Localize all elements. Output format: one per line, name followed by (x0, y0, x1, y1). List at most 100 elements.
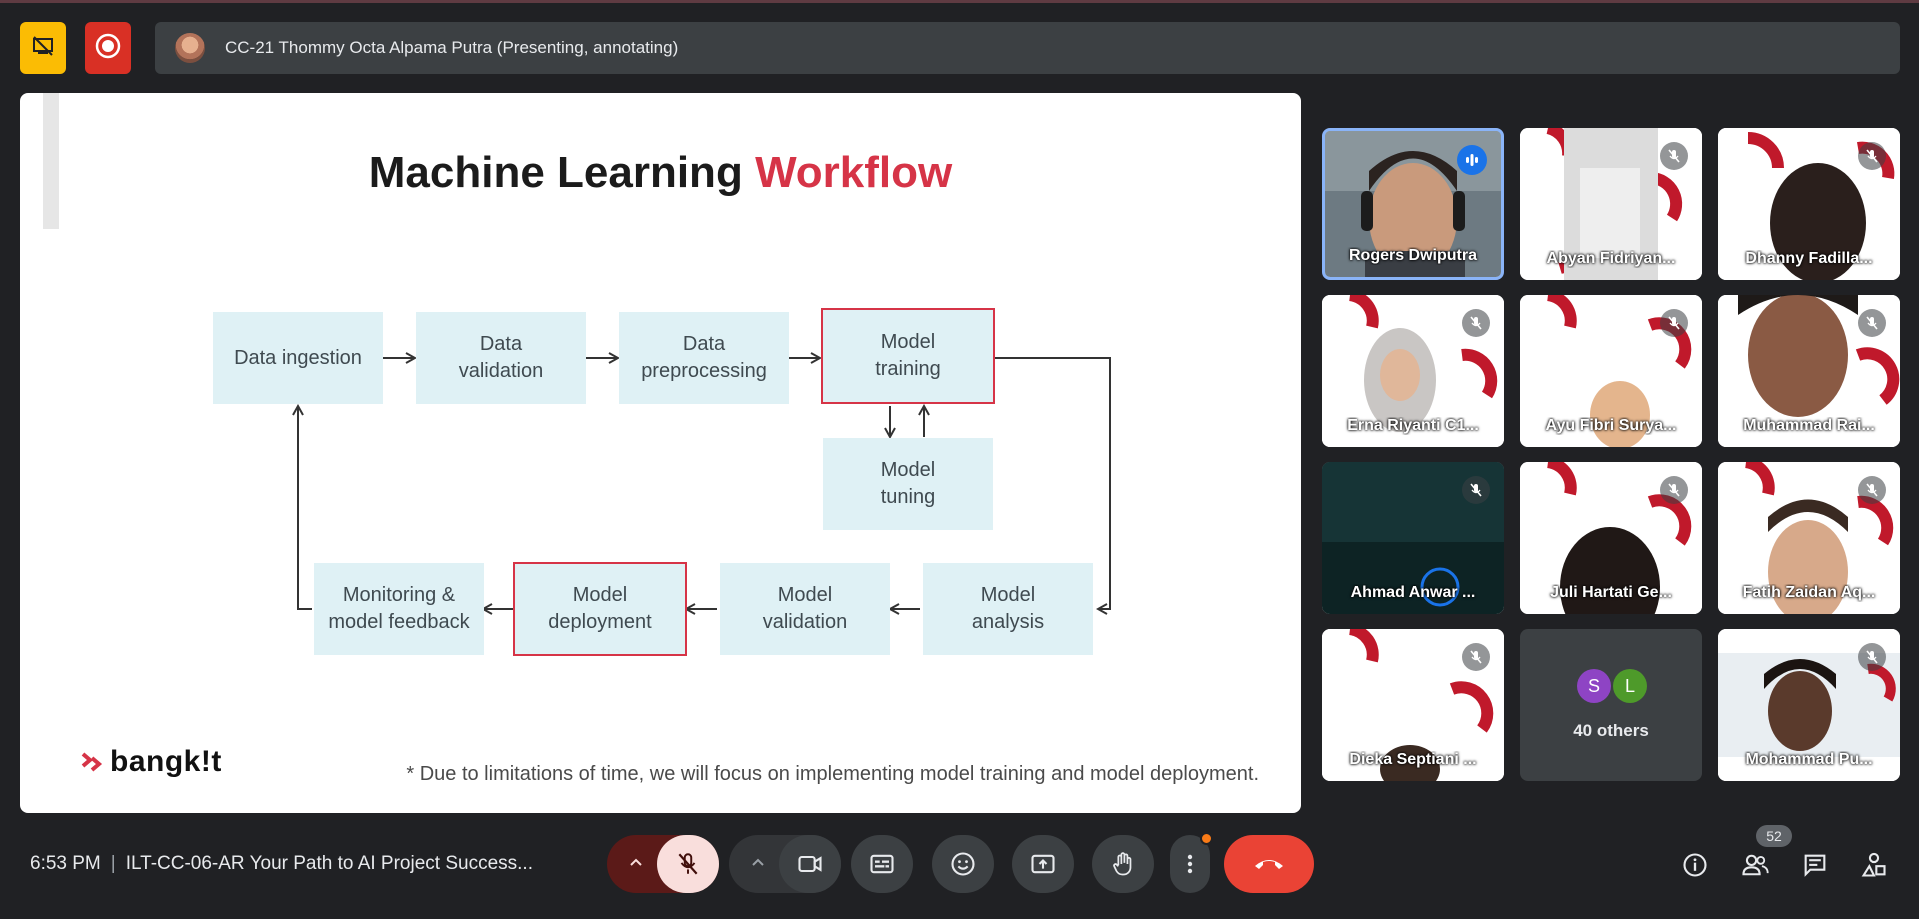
captions-icon (870, 854, 894, 874)
camera-toggle-button[interactable] (779, 835, 841, 893)
participant-tile-3[interactable]: Dhanny Fadilla... (1718, 128, 1900, 280)
mic-off-indicator (1660, 476, 1688, 504)
audio-level-icon (1466, 154, 1478, 166)
more-options-button[interactable] (1170, 832, 1213, 893)
mic-off-indicator (1858, 142, 1886, 170)
mic-off-icon (1470, 650, 1482, 664)
mic-off-icon (1668, 483, 1680, 497)
box-monitoring-feedback: Monitoring & model feedback (314, 563, 484, 655)
more-vert-icon (1187, 854, 1193, 874)
box-label: Data ingestion (234, 346, 362, 369)
box-label: Data validation (458, 333, 544, 382)
others-count-label: 40 others (1573, 721, 1649, 740)
chat-button[interactable] (1800, 850, 1830, 880)
chevron-up-icon (630, 858, 642, 866)
people-button[interactable] (1740, 850, 1770, 880)
window-top-border (0, 0, 1919, 3)
mic-off-icon (1866, 316, 1878, 330)
participant-name: Dhanny Fadilla... (1745, 250, 1873, 267)
mic-off-icon (1470, 316, 1482, 330)
notification-dot (1200, 832, 1213, 845)
presentation-slide: Machine Learning Workflow Data ingestion… (20, 93, 1301, 813)
mic-off-icon (1668, 316, 1680, 330)
box-label: Model analysis (971, 584, 1045, 633)
participant-name: Mohammad Pu... (1745, 751, 1873, 768)
recording-button[interactable] (85, 22, 131, 74)
participant-name: Rogers Dwiputra (1348, 247, 1477, 264)
participant-tile-2[interactable]: Abyan Fidriyan... (1520, 128, 1702, 280)
bottom-control-bar: 6:53 PM | ILT-CC-06-AR Your Path to AI Pro… (0, 820, 1919, 910)
activities-icon (1861, 852, 1886, 877)
others-avatars: S L (1577, 669, 1649, 703)
end-call-icon (1255, 860, 1283, 869)
box-label: Model tuning (880, 459, 936, 508)
presenter-name: CC-21 Thommy Octa Alpama Putra (Presenti… (225, 38, 679, 57)
reactions-button[interactable] (932, 835, 994, 893)
participant-tile-9[interactable]: Fatih Zaidan Aq... (1718, 462, 1900, 614)
participant-name: Ayu Fibri Surya... (1545, 417, 1677, 434)
mic-off-indicator (1660, 309, 1688, 337)
participant-tile-6[interactable]: Muhammad Rai... (1718, 295, 1900, 447)
participant-name: Fatih Zaidan Aq... (1742, 584, 1876, 601)
mic-off-indicator (1462, 309, 1490, 337)
participant-tile-8[interactable]: Juli Hartati Ge... (1520, 462, 1702, 614)
mic-off-icon (1668, 149, 1680, 163)
box-model-training: Model training (821, 308, 995, 404)
box-model-tuning: Model tuning (823, 438, 993, 530)
presenter-avatar (175, 33, 205, 63)
workflow-arrows (20, 93, 1111, 813)
mic-off-indicator (1858, 309, 1886, 337)
present-screen-icon (1031, 854, 1055, 874)
box-data-ingestion: Data ingestion (213, 312, 383, 404)
top-bar: CC-21 Thommy Octa Alpama Putra (Presenti… (20, 22, 1900, 74)
people-icon (1742, 854, 1769, 876)
present-now-button[interactable] (1012, 835, 1074, 893)
present-off-icon (31, 34, 55, 63)
participant-tile-1[interactable]: Rogers Dwiputra (1322, 128, 1504, 280)
mic-control-group (607, 835, 719, 893)
box-model-deployment: Model deployment (513, 562, 687, 656)
avatar: L (1613, 669, 1647, 703)
mic-off-indicator (1858, 643, 1886, 671)
box-model-analysis: Model analysis (923, 563, 1093, 655)
mic-off-indicator (1858, 476, 1886, 504)
participant-tile-11[interactable]: Mohammad Pu... (1718, 629, 1900, 781)
activities-button[interactable] (1859, 850, 1889, 880)
speaking-indicator (1457, 145, 1487, 175)
captions-button[interactable] (851, 835, 913, 893)
mic-off-icon (1866, 483, 1878, 497)
meeting-title[interactable]: ILT-CC-06-AR Your Path to AI Project Suc… (126, 853, 533, 874)
camera-icon (798, 855, 822, 873)
chevron-up-icon (752, 858, 764, 866)
participant-tile-7[interactable]: Ahmad Anwar ... (1322, 462, 1504, 614)
mic-off-icon (1866, 149, 1878, 163)
meeting-details-button[interactable] (1680, 850, 1710, 880)
participant-tile-10[interactable]: Dieka Septiani ... (1322, 629, 1504, 781)
camera-control-group (729, 835, 841, 893)
mic-off-icon (678, 853, 698, 875)
box-label: Model validation (762, 584, 848, 633)
box-label: Model deployment (548, 584, 652, 633)
raise-hand-button[interactable] (1092, 835, 1154, 893)
present-off-button[interactable] (20, 22, 66, 74)
slide-footnote: * Due to limitations of time, we will fo… (406, 763, 1259, 785)
raise-hand-icon (1113, 852, 1132, 876)
participant-name: Muhammad Rai... (1743, 417, 1875, 434)
participant-tile-4[interactable]: Erna Riyanti C1... (1322, 295, 1504, 447)
bangkit-logo: bangk!t (80, 745, 222, 779)
others-tile[interactable]: S L 40 others (1520, 629, 1702, 781)
chat-icon (1804, 854, 1826, 877)
mic-off-indicator (1462, 643, 1490, 671)
participant-name: Ahmad Anwar ... (1350, 584, 1476, 601)
leave-call-button[interactable] (1224, 835, 1314, 893)
video-options-button[interactable] (749, 854, 767, 877)
mic-off-icon (1470, 483, 1482, 497)
audio-options-button[interactable] (627, 854, 645, 877)
mic-toggle-button[interactable] (657, 835, 719, 893)
people-count-badge: 52 (1756, 825, 1792, 847)
meeting-info: 6:53 PM | ILT-CC-06-AR Your Path to AI Pro… (30, 853, 533, 875)
presenter-bar[interactable]: CC-21 Thommy Octa Alpama Putra (Presenti… (155, 22, 1900, 74)
participant-tile-5[interactable]: Ayu Fibri Surya... (1520, 295, 1702, 447)
avatar: S (1577, 669, 1611, 703)
box-label: Data preprocessing (641, 333, 767, 382)
